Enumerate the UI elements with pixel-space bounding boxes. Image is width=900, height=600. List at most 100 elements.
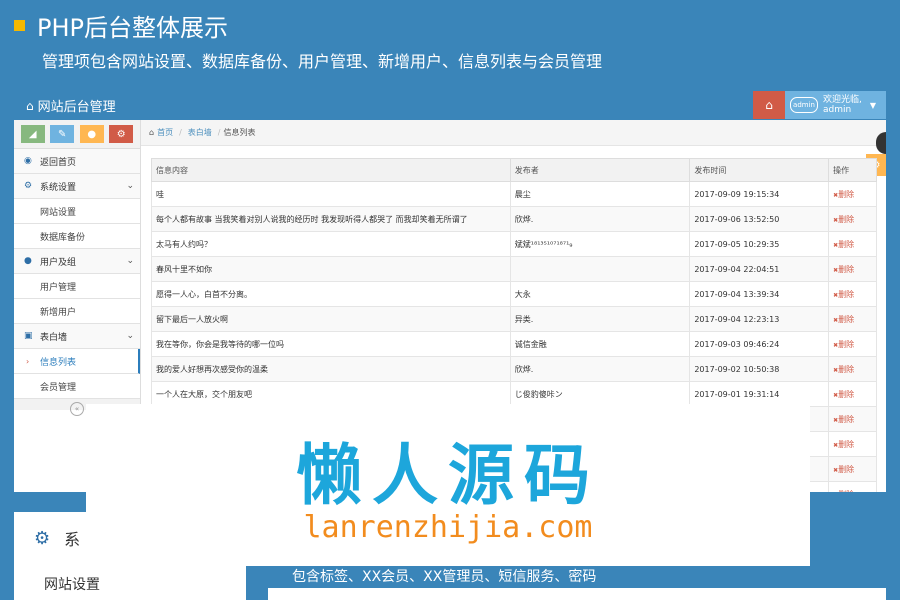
welcome-text: 欢迎光临, [823,95,862,105]
cell-author: 大永 [509,281,691,307]
home-button[interactable]: ⌂ [753,91,785,119]
cell-author: 欣烨. [509,206,691,232]
sidebar-item-users-groups[interactable]: ● 用户及组 ⌄ [14,249,140,274]
table-row: 我的爱人好想再次感受你的温柔 欣烨. 2017-09-02 10:50:38 ✖删除 [151,356,877,382]
active-marker-icon: › [26,356,30,366]
house-icon: ⌂ [765,98,773,112]
breadcrumb: ⌂ 首页 / 表白墙 / 信息列表 [141,120,886,146]
delete-button[interactable]: ✖删除 [833,390,854,399]
delete-label: 删除 [838,414,855,424]
cell-author: 欣烨. [509,356,691,382]
column-header: 操作 [828,158,877,182]
chevron-down-icon: ⌄ [126,331,134,341]
double-chevron-left-icon[interactable]: « [70,402,84,416]
cell-time: 2017-09-01 19:31:14 [689,381,830,407]
delete-button[interactable]: ✖删除 [833,465,854,474]
breadcrumb-separator: / [217,128,221,137]
sidebar-item-label: 会员管理 [40,382,77,393]
monitor-icon: ▣ [24,331,33,341]
delete-label: 删除 [838,239,855,249]
delete-button[interactable]: ✖删除 [833,190,854,199]
cell-action: ✖删除 [828,481,877,493]
delete-label: 删除 [838,289,855,299]
app-title[interactable]: ⌂ 网站后台管理 [26,96,116,116]
sidebar-item-member-management[interactable]: 会员管理 [14,374,140,399]
chevron-down-icon: ⌄ [126,256,134,266]
sidebar-item-home[interactable]: ◉ 返回首页 [14,149,140,174]
breadcrumb-separator: / [179,128,182,137]
edit-button[interactable]: ✎ [50,125,75,143]
cell-author: じ俊豹傻咔ン [509,381,691,407]
sidebar-item-db-backup[interactable]: 数据库备份 [14,224,140,249]
delete-button[interactable]: ✖删除 [833,440,854,449]
table-header-row: 信息内容 发布者 发布时间 操作 [151,158,877,182]
pencil-icon: ✎ [58,128,67,140]
delete-button[interactable]: ✖删除 [833,340,854,349]
lower-item: 网站设置 [44,577,100,593]
table-row: 春风十里不如你 2017-09-04 22:04:51 ✖删除 [151,256,877,282]
dashboard-icon: ◉ [24,156,32,166]
sidebar: ◢ ✎ ● ⚙ ◉ 返回首页 ⚙ 系统设置 ⌄ 网站设置 数据库备份 ● 用户及组 ⌄ 用… [14,120,141,416]
users-button[interactable]: ● [79,125,104,143]
sidebar-item-system-settings[interactable]: ⚙ 系统设置 ⌄ [14,174,140,199]
sidebar-item-label: 数据库备份 [40,232,86,243]
delete-button[interactable]: ✖删除 [833,490,854,493]
cell-content: 每个人都有故事 当我笑着对别人说我的经历时 我发现听得人都哭了 而我却笑着无所谓… [151,206,511,232]
sidebar-item-message-list[interactable]: › 信息列表 [14,349,140,374]
user-info: 欢迎光临, admin [823,95,862,115]
delete-button[interactable]: ✖删除 [833,365,854,374]
user-menu[interactable]: admin 欢迎光临, admin ▼ [785,91,886,119]
username: admin [823,105,852,115]
delete-button[interactable]: ✖删除 [833,215,854,224]
delete-button[interactable]: ✖删除 [833,315,854,324]
cell-content: 太马有人约吗？ [151,231,511,257]
delete-label: 删除 [838,214,855,224]
sidebar-item-add-user[interactable]: 新增用户 [14,299,140,324]
sidebar-item-user-management[interactable]: 用户管理 [14,274,140,299]
sidebar-item-label: 网站设置 [40,207,77,218]
cell-content: 留下最后一人放火啊 [151,306,511,332]
table-row: 我在等你，你会是我等待的哪一位吗 诚信金融 2017-09-03 09:46:24 ✖… [151,331,877,357]
home-icon: ⌂ [149,128,155,137]
cogs-button[interactable]: ⚙ [109,125,134,143]
promo-title-text: PHP后台整体展示 [37,14,228,42]
table-row: 每个人都有故事 当我笑着对别人说我的经历时 我发现听得人都哭了 而我却笑着无所谓… [151,206,877,232]
lower-section-header: ⚙ 系 [34,526,80,550]
table-row: 愿得一人心，白首不分离。 大永 2017-09-04 13:39:34 ✖删除 [151,281,877,307]
delete-label: 删除 [838,264,855,274]
delete-button[interactable]: ✖删除 [833,415,854,424]
cell-author: 异类. [509,306,691,332]
sidebar-item-label: 返回首页 [40,157,77,168]
sidebar-item-label: 用户及组 [40,257,77,268]
cell-action: ✖删除 [828,256,877,282]
delete-button[interactable]: ✖删除 [833,290,854,299]
lower-right-panel [268,588,886,600]
chart-button[interactable]: ◢ [20,125,45,143]
cell-content: 愿得一人心，白首不分离。 [151,281,511,307]
breadcrumb-home[interactable]: 首页 [157,127,173,138]
sidebar-item-label: 新增用户 [40,307,77,318]
cell-action: ✖删除 [828,381,877,407]
cell-author: 诚信金融 [509,331,691,357]
sidebar-item-message-wall[interactable]: ▣ 表白墙 ⌄ [14,324,140,349]
gear-icon: ⚙ [34,527,51,549]
avatar: admin [790,97,818,113]
chart-icon: ◢ [28,128,37,140]
watermark-title: 懒人源码 [296,437,600,514]
cell-author: 斌斌¹⁸¹³⁵¹⁰⁷¹⁸⁷¹₉ [509,231,691,257]
table-row: 哇晨尘 2017-09-09 19:15:34 ✖删除 [151,181,877,207]
sidebar-item-site-settings[interactable]: 网站设置 [14,199,140,224]
table-row: 一个人在大原，交个朋友吧 じ俊豹傻咔ン 2017-09-01 19:31:14 ✖删除 [151,381,877,407]
cell-content: 一个人在大原，交个朋友吧 [151,381,511,407]
users-icon: ● [87,128,97,140]
cell-action: ✖删除 [828,331,877,357]
breadcrumb-section[interactable]: 表白墙 [188,127,212,138]
cell-content: 我在等你，你会是我等待的哪一位吗 [151,331,511,357]
cell-action: ✖删除 [828,306,877,332]
delete-button[interactable]: ✖删除 [833,240,854,249]
cell-action: ✖删除 [828,431,877,457]
delete-button[interactable]: ✖删除 [833,265,854,274]
sidebar-item-label: 信息列表 [40,357,77,368]
table-row: 留下最后一人放火啊 异类. 2017-09-04 12:23:13 ✖删除 [151,306,877,332]
column-header: 发布时间 [689,158,830,182]
